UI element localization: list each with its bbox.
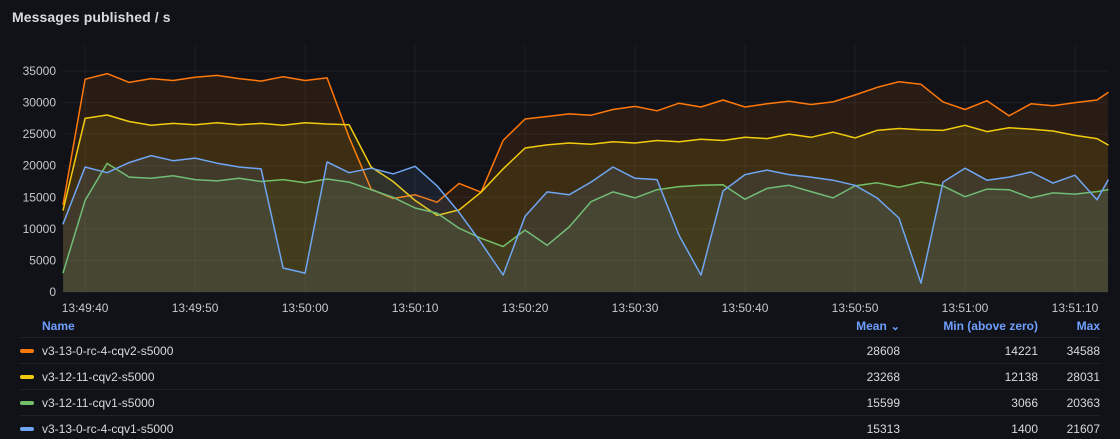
x-axis-tick-label: 13:50:10 — [392, 301, 439, 315]
grafana-panel: Messages published / s 0 5000 10000 15000 20… — [0, 0, 1120, 439]
y-axis-tick-label: 0 — [49, 285, 56, 299]
legend-row[interactable]: v3-13-0-rc-4-cqv1-s5000 15313 1400 21607 — [20, 415, 1100, 439]
y-axis-tick-label: 5000 — [29, 253, 56, 267]
series-color-marker — [20, 349, 34, 353]
y-axis-tick-label: 25000 — [23, 127, 57, 141]
chart-area: 0 5000 10000 15000 20000 25000 30000 35000 13:49… — [0, 40, 1120, 315]
x-axis-tick-label: 13:51:10 — [1052, 301, 1099, 315]
series-max-value: 21607 — [1038, 422, 1100, 436]
legend-header: Name Mean ⌄ Min (above zero) Max — [20, 315, 1100, 337]
series-color-marker — [20, 401, 34, 405]
y-axis-tick-label: 35000 — [23, 64, 57, 78]
series-mean-value: 23268 — [810, 370, 900, 384]
y-axis-tick-label: 10000 — [23, 222, 57, 236]
legend-header-mean[interactable]: Mean ⌄ — [810, 319, 900, 333]
x-axis-tick-label: 13:49:50 — [172, 301, 219, 315]
series-max-value: 34588 — [1038, 344, 1100, 358]
legend-header-min[interactable]: Min (above zero) — [900, 319, 1038, 333]
y-axis-tick-label: 15000 — [23, 190, 57, 204]
legend-table: Name Mean ⌄ Min (above zero) Max v3-13-0-… — [0, 315, 1120, 439]
x-axis-tick-label: 13:49:40 — [62, 301, 109, 315]
x-axis-tick-label: 13:51:00 — [942, 301, 989, 315]
y-axis-tick-label: 20000 — [23, 159, 57, 173]
x-axis-tick-label: 13:50:30 — [612, 301, 659, 315]
legend-row[interactable]: v3-12-11-cqv2-s5000 23268 12138 28031 — [20, 363, 1100, 389]
series-max-value: 28031 — [1038, 370, 1100, 384]
timeseries-chart[interactable]: 0 5000 10000 15000 20000 25000 30000 35000 13:49… — [0, 40, 1120, 315]
legend-header-mean-label: Mean — [856, 319, 887, 333]
legend-header-name[interactable]: Name — [20, 319, 810, 333]
series-min-value: 3066 — [900, 396, 1038, 410]
x-axis-tick-label: 13:50:20 — [502, 301, 549, 315]
x-axis-tick-label: 13:50:00 — [282, 301, 329, 315]
panel-title[interactable]: Messages published / s — [0, 0, 1120, 40]
sort-desc-icon: ⌄ — [891, 321, 900, 333]
series-min-value: 1400 — [900, 422, 1038, 436]
series-name[interactable]: v3-13-0-rc-4-cqv2-s5000 — [42, 344, 173, 358]
series-color-marker — [20, 375, 34, 379]
legend-row[interactable]: v3-12-11-cqv1-s5000 15599 3066 20363 — [20, 389, 1100, 415]
series-mean-value: 15599 — [810, 396, 900, 410]
legend-header-max[interactable]: Max — [1038, 319, 1100, 333]
y-axis-tick-label: 30000 — [23, 96, 57, 110]
series-min-value: 12138 — [900, 370, 1038, 384]
x-axis-tick-label: 13:50:40 — [722, 301, 769, 315]
series-name[interactable]: v3-12-11-cqv2-s5000 — [42, 370, 155, 384]
series-color-marker — [20, 427, 34, 431]
series-name[interactable]: v3-13-0-rc-4-cqv1-s5000 — [42, 422, 173, 436]
series-name[interactable]: v3-12-11-cqv1-s5000 — [42, 396, 155, 410]
legend-rows: v3-13-0-rc-4-cqv2-s5000 28608 14221 3458… — [20, 337, 1100, 439]
x-axis-tick-label: 13:50:50 — [832, 301, 879, 315]
series-max-value: 20363 — [1038, 396, 1100, 410]
series-mean-value: 28608 — [810, 344, 900, 358]
legend-row[interactable]: v3-13-0-rc-4-cqv2-s5000 28608 14221 3458… — [20, 337, 1100, 363]
series-min-value: 14221 — [900, 344, 1038, 358]
series-mean-value: 15313 — [810, 422, 900, 436]
